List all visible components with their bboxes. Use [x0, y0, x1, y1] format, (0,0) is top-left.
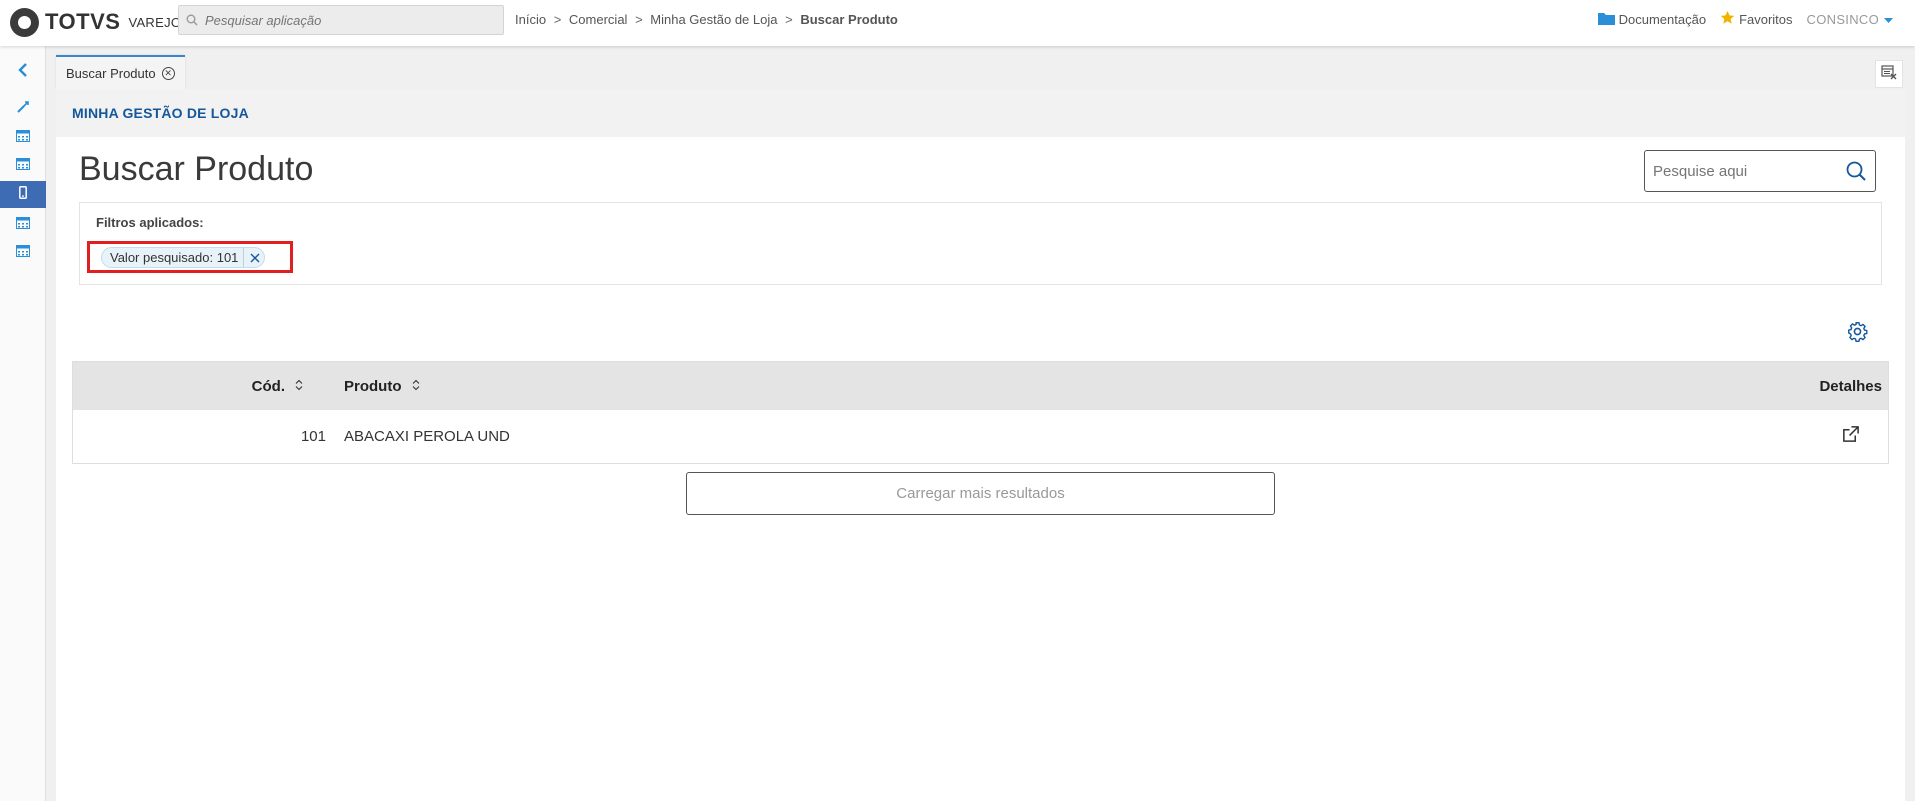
column-header-label: Produto [344, 377, 402, 395]
sort-icon[interactable] [295, 378, 303, 395]
applied-filters: Filtros aplicados: Valor pesquisado: 101 [79, 202, 1882, 285]
table-icon [16, 244, 30, 262]
sidebar-item-table-4[interactable] [0, 239, 46, 266]
chevron-left-icon [17, 63, 29, 82]
user-menu[interactable]: CONSINCO [1807, 12, 1897, 27]
close-tab-icon[interactable]: ✕ [161, 66, 175, 80]
wrench-icon [16, 100, 30, 119]
brand-subtitle: VAREJO [128, 14, 182, 30]
results-table: Cód. Produto Detalhes 101 ABACAXI PEROLA… [72, 361, 1889, 464]
top-right-actions: Documentação Favoritos CONSINCO [1584, 10, 1897, 28]
table-icon [16, 129, 30, 147]
tab-strip: Buscar Produto ✕ [55, 54, 1915, 89]
gear-icon[interactable] [1847, 321, 1868, 347]
favorites-label: Favoritos [1739, 11, 1793, 27]
sort-icon[interactable] [412, 378, 420, 395]
product-search-box[interactable] [1644, 150, 1876, 192]
open-details-button[interactable] [1841, 410, 1860, 463]
breadcrumb-separator: > [553, 12, 562, 27]
sidebar-item-mobile[interactable] [0, 181, 46, 208]
column-header-code[interactable]: Cód. [73, 362, 303, 410]
sidebar-item-table-3[interactable] [0, 211, 46, 238]
applied-filters-label: Filtros aplicados: [96, 215, 204, 230]
folder-icon [1597, 11, 1619, 28]
sidebar-item-table-2[interactable] [0, 152, 46, 179]
breadcrumb-item-comercial[interactable]: Comercial [569, 12, 628, 27]
remove-filter-icon[interactable] [243, 248, 260, 267]
tab-buscar-produto[interactable]: Buscar Produto ✕ [56, 55, 185, 89]
totvs-logo-icon [10, 7, 39, 37]
left-sidebar [0, 46, 46, 801]
filter-chip[interactable]: Valor pesquisado: 101 [101, 247, 266, 268]
search-icon[interactable] [1845, 160, 1867, 187]
documentation-link[interactable]: Documentação [1597, 11, 1707, 28]
table-icon [16, 216, 30, 234]
favorites-link[interactable]: Favoritos [1720, 10, 1793, 28]
breadcrumb-item-inicio[interactable]: Início [515, 12, 546, 27]
column-header-label: Cód. [251, 377, 285, 395]
app-search-input[interactable] [205, 12, 495, 28]
collapse-sidebar-button[interactable] [0, 59, 46, 86]
brand-name: TOTVS [45, 9, 121, 34]
breadcrumb-item-current: Buscar Produto [800, 12, 898, 27]
column-header-label: Detalhes [1819, 377, 1882, 395]
documentation-label: Documentação [1618, 11, 1707, 27]
caret-down-icon [1884, 12, 1897, 27]
star-icon [1720, 10, 1739, 28]
load-more-button[interactable]: Carregar mais resultados [686, 472, 1275, 515]
table-header: Cód. Produto Detalhes [73, 362, 1888, 410]
breadcrumb-separator: > [785, 12, 793, 27]
close-windows-icon [1881, 64, 1897, 85]
breadcrumb: Início > Comercial > Minha Gestão de Loj… [515, 12, 898, 27]
search-icon [179, 6, 205, 34]
main-panel: MINHA GESTÃO DE LOJA Buscar Produto Filt… [56, 89, 1905, 801]
sidebar-item-tools[interactable] [0, 96, 46, 123]
mobile-icon [19, 185, 27, 204]
close-all-tabs-button[interactable] [1875, 60, 1903, 88]
table-row[interactable]: 101 ABACAXI PEROLA UND [73, 410, 1888, 463]
breadcrumb-separator: > [635, 12, 643, 27]
sidebar-item-table-1[interactable] [0, 124, 46, 151]
app-search-box[interactable] [178, 5, 504, 35]
filter-chip-label: Valor pesquisado: 101 [110, 250, 239, 265]
totvs-logo[interactable]: TOTVS VAREJO [10, 7, 181, 37]
module-header: MINHA GESTÃO DE LOJA [56, 89, 1905, 137]
module-title: MINHA GESTÃO DE LOJA [72, 105, 249, 121]
top-bar: TOTVS VAREJO Início > Comercial > Minha … [0, 0, 1915, 46]
cell-product: ABACAXI PEROLA UND [344, 428, 510, 445]
breadcrumb-item-gestao-loja[interactable]: Minha Gestão de Loja [650, 12, 777, 27]
column-header-product[interactable]: Produto [344, 362, 420, 410]
product-search-input[interactable] [1653, 162, 1843, 180]
tab-label: Buscar Produto [66, 65, 156, 81]
cell-code: 101 [300, 428, 326, 445]
highlight-frame: Valor pesquisado: 101 [87, 241, 293, 273]
page-title: Buscar Produto [79, 150, 314, 188]
external-link-icon [1841, 425, 1860, 448]
table-icon [16, 157, 30, 175]
user-name: CONSINCO [1806, 11, 1879, 27]
column-header-details: Detalhes [1819, 362, 1882, 410]
